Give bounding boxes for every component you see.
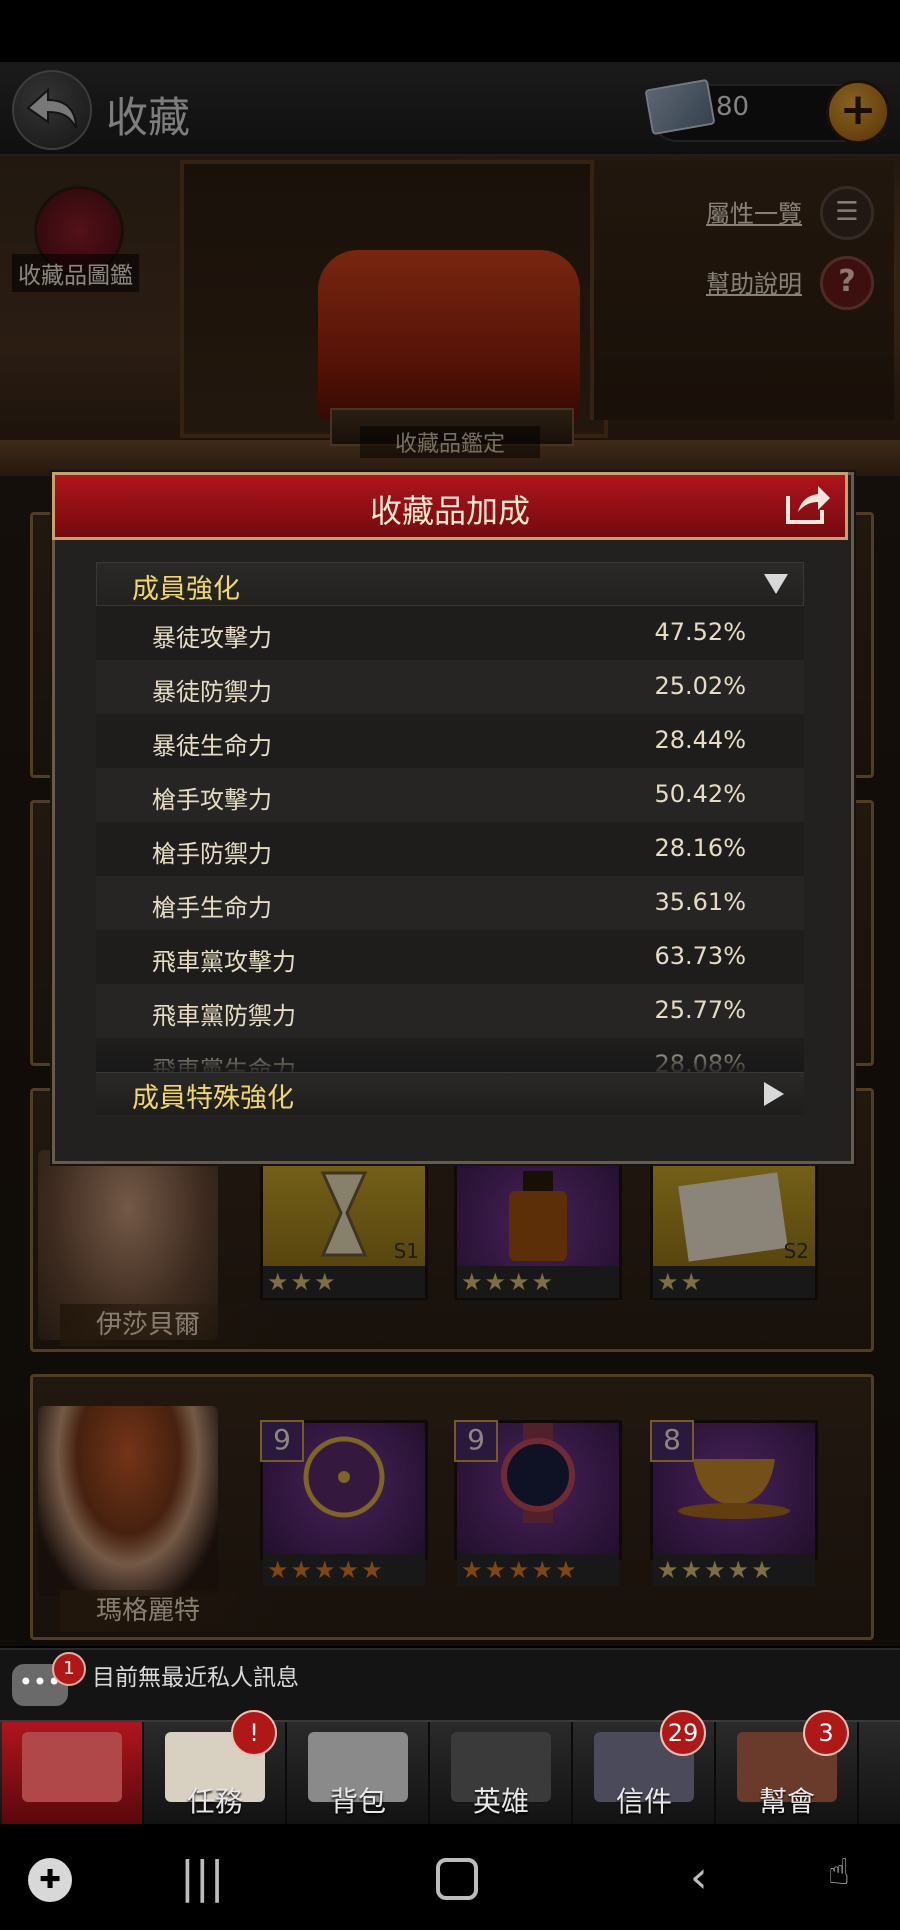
- bonus-label: 槍手防禦力: [152, 840, 272, 868]
- message-text: 目前無最近私人訊息: [92, 1665, 299, 1691]
- bonus-value: 35.61%: [654, 888, 746, 916]
- collapse-arrow-icon[interactable]: [764, 574, 788, 594]
- share-icon[interactable]: [784, 482, 832, 526]
- bonus-label: 暴徒攻擊力: [152, 624, 272, 652]
- bonus-label: 槍手生命力: [152, 894, 272, 922]
- bonus-value: 28.44%: [654, 726, 746, 754]
- bonus-value: 28.16%: [654, 834, 746, 862]
- bonus-label: 暴徒生命力: [152, 732, 272, 760]
- recent-apps-icon[interactable]: |||: [180, 1852, 224, 1903]
- back-nav-icon[interactable]: ‹: [690, 1852, 708, 1903]
- bonus-value: 63.73%: [654, 942, 746, 970]
- bonus-value: 50.42%: [654, 780, 746, 808]
- nav-badge: 29: [660, 1710, 706, 1756]
- scroll-fade: [96, 1040, 804, 1072]
- bonus-label: 飛車黨攻擊力: [152, 948, 296, 976]
- nav-label: 幫會: [758, 1785, 815, 1818]
- chat-badge: 1: [52, 1652, 86, 1686]
- expand-arrow-icon[interactable]: [764, 1082, 784, 1106]
- mansion-icon: [22, 1732, 122, 1802]
- bonus-label: 槍手攻擊力: [152, 786, 272, 814]
- nav-badge: !: [231, 1710, 277, 1756]
- status-bar: [0, 0, 900, 62]
- bonus-value: 25.02%: [654, 672, 746, 700]
- section-title: 成員特殊強化: [132, 1083, 294, 1114]
- gamepad-icon[interactable]: ✚: [28, 1858, 72, 1902]
- nav-label: 背包: [329, 1785, 386, 1818]
- section-title: 成員強化: [132, 574, 240, 605]
- bonus-label: 暴徒防禦力: [152, 678, 272, 706]
- nav-label: 任務: [186, 1785, 243, 1818]
- bonus-value: 25.77%: [654, 996, 746, 1024]
- modal-title: 收藏品加成: [369, 492, 530, 530]
- bonus-value: 47.52%: [654, 618, 746, 646]
- bonus-label: 飛車黨防禦力: [152, 1002, 296, 1030]
- touch-lock-icon[interactable]: ☝: [828, 1852, 850, 1893]
- nav-label: 英雄: [472, 1785, 529, 1818]
- home-icon[interactable]: [436, 1858, 478, 1900]
- nav-badge: 3: [803, 1710, 849, 1756]
- nav-label: 信件: [615, 1785, 672, 1818]
